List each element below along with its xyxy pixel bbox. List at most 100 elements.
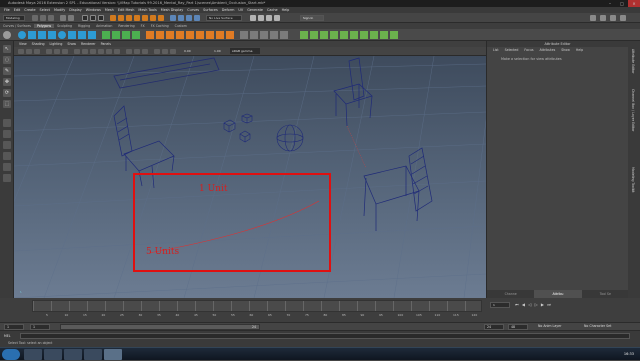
bookmark-icon[interactable]	[34, 49, 40, 54]
sign-in-button[interactable]: Sign In	[300, 15, 324, 21]
menu-item-uv[interactable]: UV	[238, 8, 243, 12]
shelf-tab-6[interactable]: FX	[138, 24, 148, 28]
mask-icon-1[interactable]	[110, 15, 116, 21]
uv-tool-icon-4[interactable]	[330, 31, 338, 39]
extrude-icon[interactable]	[146, 31, 154, 39]
four-view-layout-icon[interactable]	[3, 130, 11, 138]
uv-tool-icon-5[interactable]	[340, 31, 348, 39]
menu-item-edit-mesh[interactable]: Edit Mesh	[118, 8, 135, 12]
taskbar-browser-icon[interactable]	[44, 349, 62, 360]
single-perspective-layout-icon[interactable]	[3, 119, 11, 127]
shelf-tool-icon-3[interactable]	[260, 31, 268, 39]
layout-icon-3[interactable]	[3, 141, 11, 149]
shelf-tab-7[interactable]: FX Caching	[148, 24, 172, 28]
close-button[interactable]: ×	[628, 0, 640, 7]
xray-icon[interactable]	[162, 49, 168, 54]
menu-item-windows[interactable]: Windows	[86, 8, 101, 12]
attr-menu-focus[interactable]: Focus	[524, 48, 533, 52]
shelf-tool-icon-5[interactable]	[280, 31, 288, 39]
bevel-icon[interactable]	[166, 31, 174, 39]
uv-tool-icon-3[interactable]	[320, 31, 328, 39]
menu-item-create[interactable]: Create	[24, 8, 35, 12]
uv-tool-icon-9[interactable]	[380, 31, 388, 39]
camera-attr-icon[interactable]	[26, 49, 32, 54]
menu-set-dropdown[interactable]: Modeling	[3, 15, 25, 21]
panel-toggle-icon-1[interactable]	[590, 15, 596, 21]
menu-item-surfaces[interactable]: Surfaces	[203, 8, 218, 12]
shelf-tool-icon-2[interactable]	[250, 31, 258, 39]
menu-item-curves[interactable]: Curves	[187, 8, 199, 12]
taskbar-app-icon[interactable]	[84, 349, 102, 360]
menu-item-mesh-tools[interactable]: Mesh Tools	[138, 8, 156, 12]
attr-tab-2[interactable]: Tool Se	[582, 290, 629, 298]
mask-icon-4[interactable]	[134, 15, 140, 21]
offset-edge-loop-icon[interactable]	[206, 31, 214, 39]
rotate-tool-icon[interactable]: ⟳	[3, 89, 11, 97]
bridge-icon[interactable]	[156, 31, 164, 39]
panel-toggle-icon-4[interactable]	[620, 15, 626, 21]
layout-icon-6[interactable]	[3, 174, 11, 182]
time-slider-track[interactable]	[32, 300, 482, 312]
attr-menu-show[interactable]: Show	[561, 48, 570, 52]
time-slider[interactable]: 5 10 15 20 25 30 35 40 45 50 55 60 65 70 75 80 85 90 95 100…	[0, 298, 640, 322]
insert-edge-loop-icon[interactable]	[196, 31, 204, 39]
poly-sphere-icon[interactable]	[18, 31, 26, 39]
shelf-tab-3[interactable]: Rigging	[75, 24, 93, 28]
render-frame-icon[interactable]	[258, 15, 264, 21]
taskbar-explorer-icon[interactable]	[24, 349, 42, 360]
attr-menu-attributes[interactable]: Attributes	[540, 48, 556, 52]
new-scene-icon[interactable]	[32, 15, 38, 21]
grid-toggle-icon[interactable]	[46, 49, 52, 54]
uv-tool-icon-6[interactable]	[350, 31, 358, 39]
ambient-occlusion-icon[interactable]	[126, 49, 132, 54]
menu-item-file[interactable]: File	[4, 8, 10, 12]
playback-controls[interactable]: ⏮ ◀ ◁ ▷ ▶ ⏭	[515, 302, 552, 307]
layout-icon-5[interactable]	[3, 163, 11, 171]
uv-tool-icon-1[interactable]	[300, 31, 308, 39]
taskbar-media-icon[interactable]	[64, 349, 82, 360]
shelf-tool-icon-1[interactable]	[240, 31, 248, 39]
render-view-icon[interactable]	[250, 15, 256, 21]
platonic-solid-icon[interactable]	[88, 31, 96, 39]
poly-disc-icon[interactable]	[78, 31, 86, 39]
uv-tool-icon-7[interactable]	[360, 31, 368, 39]
lasso-tool-icon[interactable]: ◌	[3, 56, 11, 64]
poly-torus-icon[interactable]	[58, 31, 66, 39]
snap-curve-icon[interactable]	[178, 15, 184, 21]
mask-icon-7[interactable]	[158, 15, 164, 21]
mel-input[interactable]	[20, 333, 630, 339]
scale-tool-icon[interactable]: ⬚	[3, 100, 11, 108]
shelf-tool-icon-4[interactable]	[270, 31, 278, 39]
select-hierarchy-icon[interactable]	[82, 15, 88, 21]
live-surface-field[interactable]: No Live Surface	[206, 15, 242, 21]
wireframe-icon[interactable]	[74, 49, 80, 54]
menu-item-deform[interactable]: Deform	[222, 8, 235, 12]
side-tab-attribute-editor[interactable]: Attribute Editor	[631, 49, 635, 74]
poly-plane-icon[interactable]	[68, 31, 76, 39]
menu-item-display[interactable]: Display	[69, 8, 82, 12]
start-button-icon[interactable]	[2, 349, 20, 360]
mask-icon-6[interactable]	[150, 15, 156, 21]
textured-icon[interactable]	[98, 49, 104, 54]
camera-icon[interactable]	[18, 49, 24, 54]
menu-item-mesh-display[interactable]: Mesh Display	[161, 8, 184, 12]
combine-icon[interactable]	[102, 31, 110, 39]
smooth-shade-icon[interactable]	[82, 49, 88, 54]
lights-icon[interactable]	[106, 49, 112, 54]
menu-item-cache[interactable]: Cache	[267, 8, 278, 12]
viewport-menu-view[interactable]: View	[19, 42, 27, 46]
ipr-render-icon[interactable]	[266, 15, 272, 21]
viewport-menu-renderer[interactable]: Renderer	[81, 42, 96, 46]
panel-toggle-icon-2[interactable]	[600, 15, 606, 21]
redo-icon[interactable]	[68, 15, 74, 21]
viewport-menu-lighting[interactable]: Lighting	[50, 42, 63, 46]
shelf-tab-4[interactable]: Animation	[93, 24, 115, 28]
shelf-tab-0[interactable]: Curves / Surfaces	[0, 24, 34, 28]
snap-grid-icon[interactable]	[170, 15, 176, 21]
shelf-tab-5[interactable]: Rendering	[115, 24, 137, 28]
current-frame-field[interactable]: 1	[490, 302, 510, 308]
uv-tool-icon-2[interactable]	[310, 31, 318, 39]
paint-select-icon[interactable]: ✎	[3, 67, 11, 75]
multi-cut-icon[interactable]	[216, 31, 224, 39]
xray-joints-icon[interactable]	[170, 49, 176, 54]
